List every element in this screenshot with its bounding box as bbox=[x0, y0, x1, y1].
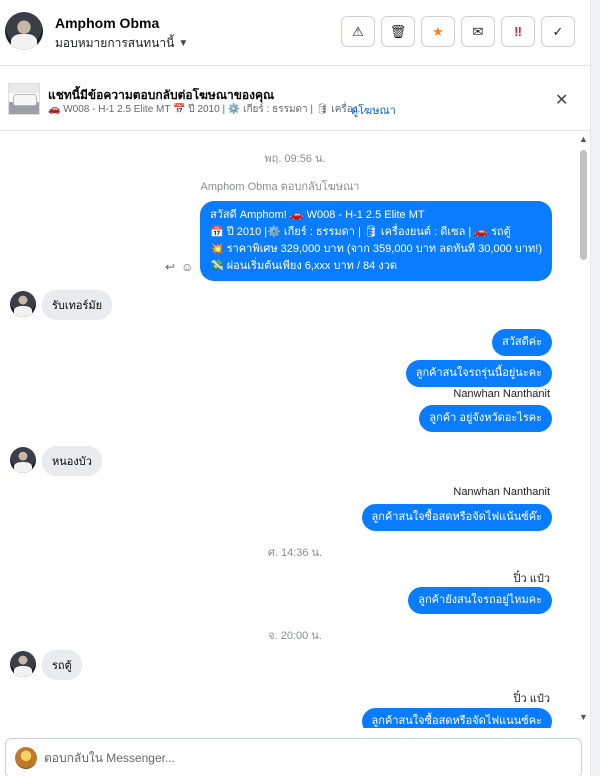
timestamp: ศ. 14:36 น. bbox=[267, 547, 323, 559]
star-icon: ★ bbox=[432, 23, 444, 39]
mark-done-button[interactable]: ✓ bbox=[541, 16, 575, 47]
scroll-up-icon[interactable]: ▲ bbox=[579, 134, 588, 144]
report-button[interactable]: ⚠ bbox=[341, 16, 375, 47]
header-actions: ⚠ 🗑 ★ ✉ ‼ ✓ bbox=[341, 16, 575, 47]
view-ad-link[interactable]: ดูโฆษณา bbox=[351, 101, 396, 119]
delete-button[interactable]: 🗑 bbox=[381, 16, 415, 47]
ad-message-line: 💸 ผ่อนเริ่มต้นเพียง 6,xxx บาท / 84 งวด bbox=[209, 260, 398, 272]
spam-button[interactable]: ‼ bbox=[501, 16, 535, 47]
warning-icon: ⚠ bbox=[352, 23, 364, 39]
reply-icon[interactable]: ↩ bbox=[165, 260, 175, 274]
ad-message-line: 💥 ราคาพิเศษ 329,000 บาท (จาก 359,000 บาท… bbox=[209, 243, 542, 255]
scrollbar-thumb[interactable] bbox=[580, 150, 587, 260]
contact-avatar-small bbox=[10, 291, 36, 317]
mark-unread-button[interactable]: ✉ bbox=[461, 16, 495, 47]
outgoing-message[interactable]: สวัสดีค่ะ bbox=[491, 329, 552, 356]
page-edge bbox=[590, 0, 600, 776]
contact-avatar[interactable] bbox=[5, 12, 43, 50]
emoji-icon[interactable]: ☺ bbox=[181, 260, 193, 274]
contact-avatar-small bbox=[10, 651, 36, 677]
outgoing-message[interactable]: ลูกค้าสนใจซื้อสดหรือจัดไฟแนนซ์คะ bbox=[361, 708, 552, 728]
message-thread[interactable]: พฤ. 09:56 น. Amphom Obma ตอบกลับโฆษณา สว… bbox=[0, 132, 590, 728]
ad-thumbnail[interactable] bbox=[8, 83, 40, 115]
spam-icon: ‼ bbox=[514, 24, 522, 39]
assign-conversation-dropdown[interactable]: มอบหมายการสนทนานี้ ▼ bbox=[55, 34, 188, 53]
ad-message-line: 📅 ปี 2010 |⚙️ เกียร์ : ธรรมดา | 🛢 เครื่อ… bbox=[209, 226, 511, 238]
thread-scrollbar[interactable]: ▲ ▼ bbox=[577, 132, 590, 728]
contact-name[interactable]: Amphom Obma bbox=[55, 15, 159, 31]
outgoing-message[interactable]: ลูกค้าสนใจซื้อสดหรือจัดไฟแน้นซ์ค๊ะ bbox=[361, 504, 552, 531]
conversation-header: Amphom Obma มอบหมายการสนทนานี้ ▼ ⚠ 🗑 ★ ✉… bbox=[0, 0, 590, 66]
outgoing-message[interactable]: ลูกค้ายังสนใจรถอยู่ไหมคะ bbox=[408, 587, 552, 614]
incoming-message[interactable]: รับเทอร์มัย bbox=[42, 290, 113, 320]
contact-avatar-small bbox=[10, 447, 36, 473]
timestamp: จ. 20:00 น. bbox=[268, 630, 322, 642]
sender-name: ปิ๋ว แป๋ว bbox=[513, 573, 550, 585]
ad-context-bar: แชทนี้มีข้อความตอบกลับต่อโฆษณาของคุณ 🚗 W… bbox=[0, 67, 590, 131]
caret-down-icon: ▼ bbox=[178, 38, 189, 49]
reply-input[interactable] bbox=[44, 748, 564, 768]
incoming-message[interactable]: รถตู้ bbox=[42, 650, 82, 680]
outgoing-message[interactable]: ลูกค้าสนใจรถรุ่นนี้อยู่นะคะ bbox=[405, 360, 552, 387]
check-icon: ✓ bbox=[552, 23, 564, 39]
scroll-down-icon[interactable]: ▼ bbox=[579, 712, 588, 722]
sender-name: Nanwhan Nanthanit bbox=[453, 388, 550, 400]
incoming-message[interactable]: หนองบัว bbox=[42, 446, 102, 476]
message-composer bbox=[5, 738, 582, 776]
mail-icon: ✉ bbox=[472, 23, 484, 39]
ad-subtitle: 🚗 W008 - H-1 2.5 Elite MT 📅 ปี 2010 | ⚙️… bbox=[48, 104, 366, 115]
timestamp: พฤ. 09:56 น. bbox=[264, 153, 326, 165]
trash-icon: 🗑 bbox=[389, 23, 407, 39]
ad-reply-bubble[interactable]: สวัสดี Amphom! 🚗 W008 - H-1 2.5 Elite MT… bbox=[199, 201, 552, 281]
close-icon[interactable]: ✕ bbox=[555, 90, 568, 110]
system-message: Amphom Obma ตอบกลับโฆษณา bbox=[200, 181, 360, 193]
outgoing-message[interactable]: ลูกค้า อยู่จังหวัดอะไรคะ bbox=[419, 405, 552, 432]
ad-message-line: สวัสดี Amphom! 🚗 W008 - H-1 2.5 Elite MT bbox=[209, 209, 425, 221]
sender-name: Nanwhan Nanthanit bbox=[453, 486, 550, 498]
assign-label: มอบหมายการสนทนานี้ bbox=[55, 36, 175, 50]
star-button[interactable]: ★ bbox=[421, 16, 455, 47]
message-actions: ↩ ☺ bbox=[165, 260, 193, 274]
sender-name: ปิ๋ว แป๋ว bbox=[513, 693, 550, 705]
page-avatar bbox=[15, 747, 37, 769]
